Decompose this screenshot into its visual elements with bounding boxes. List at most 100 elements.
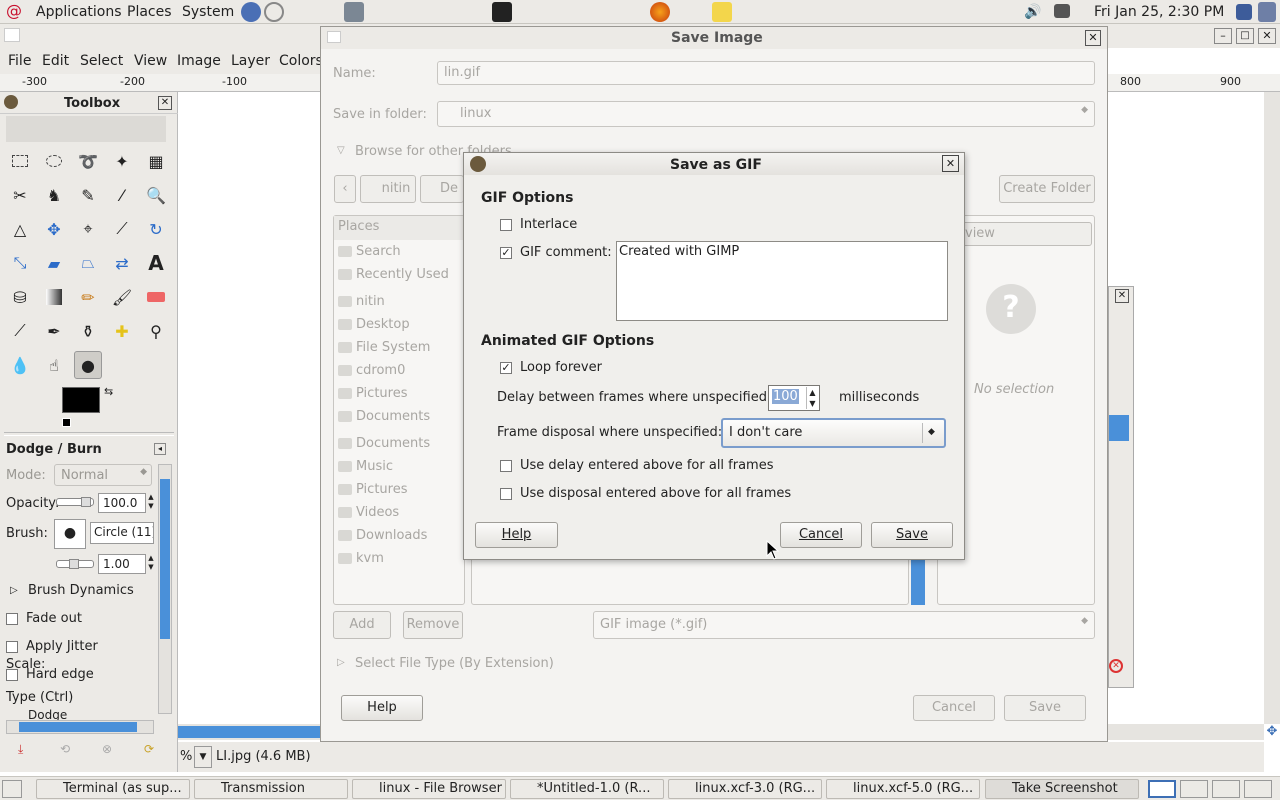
- restore-options-icon[interactable]: ⟲: [60, 742, 74, 756]
- place-item[interactable]: Downloads: [338, 528, 427, 548]
- use-delay-checkbox[interactable]: Use delay entered above for all frames: [500, 458, 774, 473]
- save-options-icon[interactable]: ⤓: [18, 742, 32, 756]
- rect-select-icon[interactable]: [6, 147, 34, 175]
- workspace-3[interactable]: [1212, 780, 1240, 798]
- menu-view[interactable]: View: [134, 53, 167, 69]
- close-icon[interactable]: ✕: [158, 96, 172, 110]
- place-item[interactable]: Documents: [338, 409, 430, 429]
- place-item[interactable]: Recently Used: [338, 267, 449, 287]
- menu-colors[interactable]: Colors: [279, 53, 323, 69]
- task-linux-xcf-5[interactable]: linux.xcf-5.0 (RG...: [826, 779, 980, 799]
- cancel-button[interactable]: Cancel: [913, 695, 995, 721]
- task-file-browser[interactable]: linux - File Browser: [352, 779, 506, 799]
- task-terminal[interactable]: Terminal (as sup...: [36, 779, 190, 799]
- menu-image[interactable]: Image: [177, 53, 221, 69]
- crop-icon[interactable]: ⟋: [108, 215, 136, 243]
- path-button-desktop[interactable]: De: [420, 175, 464, 203]
- measure-icon[interactable]: △: [6, 215, 34, 243]
- loop-forever-checkbox[interactable]: ✓ Loop forever: [500, 360, 602, 375]
- file-type-filter[interactable]: GIF image (*.gif) ◆: [593, 611, 1095, 639]
- close-icon[interactable]: ✕: [1115, 289, 1129, 303]
- eraser-icon[interactable]: [142, 283, 170, 311]
- screenshot-launcher-icon[interactable]: [344, 2, 364, 22]
- maximize-icon[interactable]: □: [1236, 28, 1254, 44]
- opacity-slider[interactable]: [56, 497, 94, 507]
- ink-icon[interactable]: ✒: [40, 317, 68, 345]
- perspective-clone-icon[interactable]: ⚲: [142, 317, 170, 345]
- menu-select[interactable]: Select: [80, 53, 123, 69]
- help-button[interactable]: Help: [341, 695, 423, 721]
- dodge-burn-icon[interactable]: ●: [74, 351, 102, 379]
- gif-comment-checkbox[interactable]: ✓ GIF comment:: [500, 245, 612, 260]
- scale-input[interactable]: 1.00: [98, 554, 146, 574]
- type-dodge-radio[interactable]: Dodge: [28, 708, 67, 720]
- expander-icon[interactable]: ▷: [10, 585, 18, 596]
- notes-launcher-icon[interactable]: [712, 2, 732, 22]
- network-icon[interactable]: [1054, 4, 1070, 18]
- align-icon[interactable]: ⌖: [74, 215, 102, 243]
- error-icon[interactable]: ✕: [1109, 659, 1123, 673]
- default-colors-icon[interactable]: [62, 418, 71, 427]
- swap-colors-icon[interactable]: ⇆: [104, 385, 113, 398]
- menu-edit[interactable]: Edit: [42, 53, 69, 69]
- folder-combo[interactable]: linux ◆: [437, 101, 1095, 127]
- rotate-icon[interactable]: ↻: [142, 215, 170, 243]
- place-item[interactable]: File System: [338, 340, 430, 360]
- places-menu[interactable]: Places: [127, 4, 172, 20]
- place-item[interactable]: Pictures: [338, 482, 407, 502]
- evolution-launcher-icon[interactable]: [264, 2, 284, 22]
- foreground-select-icon[interactable]: ♞: [40, 181, 68, 209]
- perspective-icon[interactable]: ⏢: [74, 249, 102, 277]
- opacity-spin-icon[interactable]: ▲ ▼: [146, 493, 156, 513]
- interlace-checkbox[interactable]: Interlace: [500, 217, 577, 232]
- workspace-4[interactable]: [1244, 780, 1272, 798]
- task-take-screenshot[interactable]: Take Screenshot: [985, 779, 1139, 799]
- gimp-icon[interactable]: [470, 156, 486, 172]
- debian-logo-icon[interactable]: @: [6, 2, 24, 20]
- color-picker-icon[interactable]: ⁄: [108, 181, 136, 209]
- pencil-icon[interactable]: ✏: [74, 283, 102, 311]
- scale-icon[interactable]: ⤡: [6, 249, 34, 277]
- volume-icon[interactable]: 🔊: [1024, 4, 1041, 20]
- smudge-icon[interactable]: ☝: [40, 351, 68, 379]
- file-list-scrollbar[interactable]: [911, 555, 925, 605]
- filename-input[interactable]: lin.gif: [437, 61, 1095, 85]
- browser-launcher-icon[interactable]: [241, 2, 261, 22]
- configure-tab-icon[interactable]: ◂: [154, 443, 166, 455]
- disposal-combo[interactable]: I don't care ◆: [721, 418, 946, 448]
- create-folder-button[interactable]: Create Folder: [999, 175, 1095, 203]
- menu-layer[interactable]: Layer: [231, 53, 270, 69]
- reset-options-icon[interactable]: ⟳: [144, 742, 158, 756]
- unit-selector[interactable]: %: [180, 749, 192, 764]
- path-button-nitin[interactable]: nitin: [360, 175, 416, 203]
- place-item[interactable]: kvm: [338, 551, 384, 571]
- paintbrush-icon[interactable]: 🖌: [108, 283, 136, 311]
- wilber-drop-area[interactable]: [6, 116, 166, 142]
- minimize-icon[interactable]: –: [1214, 28, 1232, 44]
- place-item[interactable]: Pictures: [338, 386, 407, 406]
- close-icon[interactable]: ✕: [1085, 30, 1101, 46]
- opacity-input[interactable]: 100.0: [98, 493, 146, 513]
- scissors-icon[interactable]: ✂: [6, 181, 34, 209]
- brush-dynamics-expander[interactable]: Brush Dynamics: [28, 583, 134, 598]
- fade-out-checkbox[interactable]: Fade out: [6, 611, 82, 626]
- expander-open-icon[interactable]: ▽: [337, 145, 345, 156]
- scale-slider[interactable]: [56, 559, 94, 569]
- gif-cancel-button[interactable]: Cancel: [780, 522, 862, 548]
- navigate-icon[interactable]: ✥: [1264, 724, 1280, 740]
- show-desktop-icon[interactable]: [2, 780, 22, 798]
- ellipse-select-icon[interactable]: [40, 147, 68, 175]
- close-icon[interactable]: ✕: [1258, 28, 1276, 44]
- path-back-icon[interactable]: ‹: [334, 175, 356, 203]
- move-icon[interactable]: ✥: [40, 215, 68, 243]
- brush-name[interactable]: Circle (11): [90, 522, 154, 544]
- options-hscrollbar[interactable]: [6, 720, 154, 734]
- mode-select[interactable]: Normal ◆: [54, 464, 152, 486]
- window-menu-icon[interactable]: [4, 28, 20, 42]
- workspace-1[interactable]: [1148, 780, 1176, 798]
- system-menu[interactable]: System: [182, 4, 234, 20]
- place-item[interactable]: Music: [338, 459, 393, 479]
- place-item[interactable]: nitin: [338, 294, 385, 314]
- delete-options-icon[interactable]: ⊗: [102, 742, 116, 756]
- paths-icon[interactable]: ✎: [74, 181, 102, 209]
